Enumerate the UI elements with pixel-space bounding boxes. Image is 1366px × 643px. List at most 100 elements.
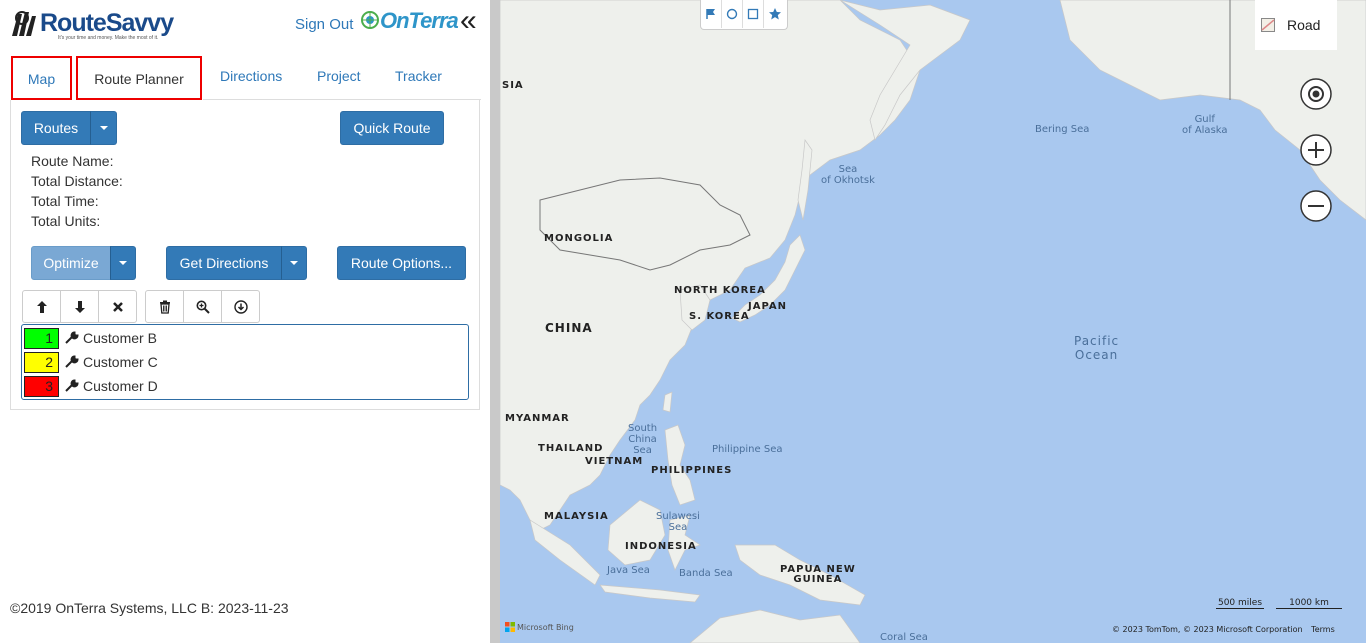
tab-directions[interactable]: Directions: [220, 68, 282, 84]
wrench-icon[interactable]: [65, 331, 79, 345]
caret-down-icon: [119, 261, 127, 265]
sea-label-okhotsk: Sea of Okhotsk: [821, 164, 875, 186]
sea-label-south-china: South China Sea: [628, 423, 658, 456]
sea-label-banda: Banda Sea: [679, 568, 733, 579]
flag-icon: [706, 9, 715, 19]
zoom-in-button[interactable]: [1298, 132, 1334, 168]
draw-rectangle-button[interactable]: [743, 0, 764, 28]
delete-route-button[interactable]: [145, 290, 184, 323]
map-canvas[interactable]: Road SIA MONGOLIA CHINA NORTH KOREA S. K…: [500, 0, 1366, 643]
stop-number: 2: [24, 351, 59, 373]
zoom-to-route-button[interactable]: [183, 290, 222, 323]
panel-splitter[interactable]: [490, 0, 500, 643]
route-options-button[interactable]: Route Options...: [337, 246, 466, 280]
collapse-panel-icon[interactable]: «: [460, 4, 476, 38]
draw-tools-toolbar: [700, 0, 788, 30]
stop-name: Customer B: [83, 330, 157, 346]
download-route-button[interactable]: [221, 290, 260, 323]
optimize-dropdown-button[interactable]: [110, 246, 136, 280]
draw-circle-button[interactable]: [722, 0, 743, 28]
square-icon: [747, 8, 759, 20]
zoom-out-button[interactable]: [1298, 188, 1334, 224]
scale-km: 1000 km: [1276, 598, 1342, 609]
map-label-south-korea: S. KOREA: [689, 311, 750, 322]
zoom-in-icon: [196, 300, 210, 314]
get-directions-dropdown-button[interactable]: [281, 246, 307, 280]
arrow-down-icon: [74, 300, 85, 313]
attribution-text: © 2023 TomTom, © 2023 Microsoft Corporat…: [1112, 625, 1303, 634]
map-label-thailand: THAILAND: [538, 443, 604, 454]
caret-down-icon: [290, 261, 298, 265]
tab-route-planner[interactable]: Route Planner: [76, 56, 202, 100]
caret-down-icon: [99, 126, 108, 130]
map-style-label: Road: [1287, 17, 1321, 33]
list-item[interactable]: 1 Customer B: [24, 327, 464, 349]
tab-tracker[interactable]: Tracker: [395, 68, 442, 84]
optimize-button[interactable]: Optimize: [31, 246, 111, 280]
move-down-button[interactable]: [60, 290, 99, 323]
move-up-button[interactable]: [22, 290, 61, 323]
sea-label-alaska: Gulf of Alaska: [1182, 114, 1228, 136]
star-icon: [768, 8, 781, 20]
map-label-vietnam: VIETNAM: [585, 456, 644, 467]
trash-icon: [159, 300, 170, 314]
bing-text: Microsoft Bing: [517, 622, 574, 632]
wrench-icon[interactable]: [65, 379, 79, 393]
stop-name: Customer D: [83, 378, 158, 394]
tab-map[interactable]: Map: [11, 56, 72, 100]
draw-pushpin-button[interactable]: [701, 0, 722, 28]
scale-miles: 500 miles: [1216, 598, 1264, 609]
sea-label-philippine: Philippine Sea: [712, 444, 783, 455]
microsoft-logo-icon: [505, 622, 515, 632]
circle-icon: [726, 8, 738, 20]
total-distance-label: Total Distance:: [31, 173, 123, 189]
minus-icon: [1300, 190, 1332, 222]
route-name-label: Route Name:: [31, 153, 114, 169]
stop-number: 1: [24, 327, 59, 349]
sea-label-java: Java Sea: [607, 565, 650, 576]
routes-button[interactable]: Routes: [21, 111, 91, 145]
stop-list: 1 Customer B 2 Customer C 3 Customer D: [21, 324, 469, 400]
remove-icon: [112, 301, 123, 312]
road-map-icon: [1261, 18, 1275, 32]
logo-icon: [12, 11, 36, 36]
total-units-label: Total Units:: [31, 213, 101, 229]
list-item[interactable]: 2 Customer C: [24, 351, 464, 373]
total-time-label: Total Time:: [31, 193, 99, 209]
map-label-myanmar: MYANMAR: [505, 413, 570, 424]
map-label-japan: JAPAN: [748, 301, 787, 312]
map-attribution: © 2023 TomTom, © 2023 Microsoft Corporat…: [1112, 625, 1335, 634]
left-panel: RouteSavvy It's your time and money. Mak…: [0, 0, 490, 643]
bing-logo: Microsoft Bing: [505, 622, 574, 632]
onterra-logo: OnTerra: [360, 8, 459, 34]
arrow-up-icon: [36, 300, 47, 313]
sign-out-link[interactable]: Sign Out: [295, 16, 353, 33]
locate-me-button[interactable]: [1298, 76, 1334, 112]
logo-text: RouteSavvy: [40, 9, 174, 37]
download-icon: [233, 299, 248, 314]
list-item[interactable]: 3 Customer D: [24, 375, 464, 397]
tab-project[interactable]: Project: [317, 68, 361, 84]
map-label-north-korea: NORTH KOREA: [674, 285, 766, 296]
map-style-selector[interactable]: Road: [1255, 0, 1337, 50]
wrench-icon[interactable]: [65, 355, 79, 369]
locate-icon: [1300, 78, 1332, 110]
stop-name: Customer C: [83, 354, 158, 370]
app-root: RouteSavvy It's your time and money. Mak…: [0, 0, 1366, 643]
terms-link[interactable]: Terms: [1311, 625, 1335, 634]
map-label-philippines: PHILIPPINES: [651, 465, 733, 476]
logo-tagline: It's your time and money. Make the most …: [58, 35, 159, 41]
quick-route-button[interactable]: Quick Route: [340, 111, 444, 145]
stop-number: 3: [24, 375, 59, 397]
ocean-label-pacific: Pacific Ocean: [1074, 334, 1120, 362]
map-label-indonesia: INDONESIA: [625, 541, 697, 552]
draw-star-button[interactable]: [764, 0, 785, 28]
footer-copyright: ©2019 OnTerra Systems, LLC B: 2023-11-23: [10, 600, 289, 616]
map-label-china: CHINA: [545, 321, 593, 335]
get-directions-button[interactable]: Get Directions: [166, 246, 282, 280]
routesavvy-logo: RouteSavvy It's your time and money. Mak…: [10, 8, 174, 42]
onterra-text: OnTerra: [380, 8, 459, 33]
map-label-papua: PAPUA NEW GUINEA: [780, 564, 856, 585]
routes-dropdown-button[interactable]: [90, 111, 117, 145]
remove-stop-button[interactable]: [98, 290, 137, 323]
